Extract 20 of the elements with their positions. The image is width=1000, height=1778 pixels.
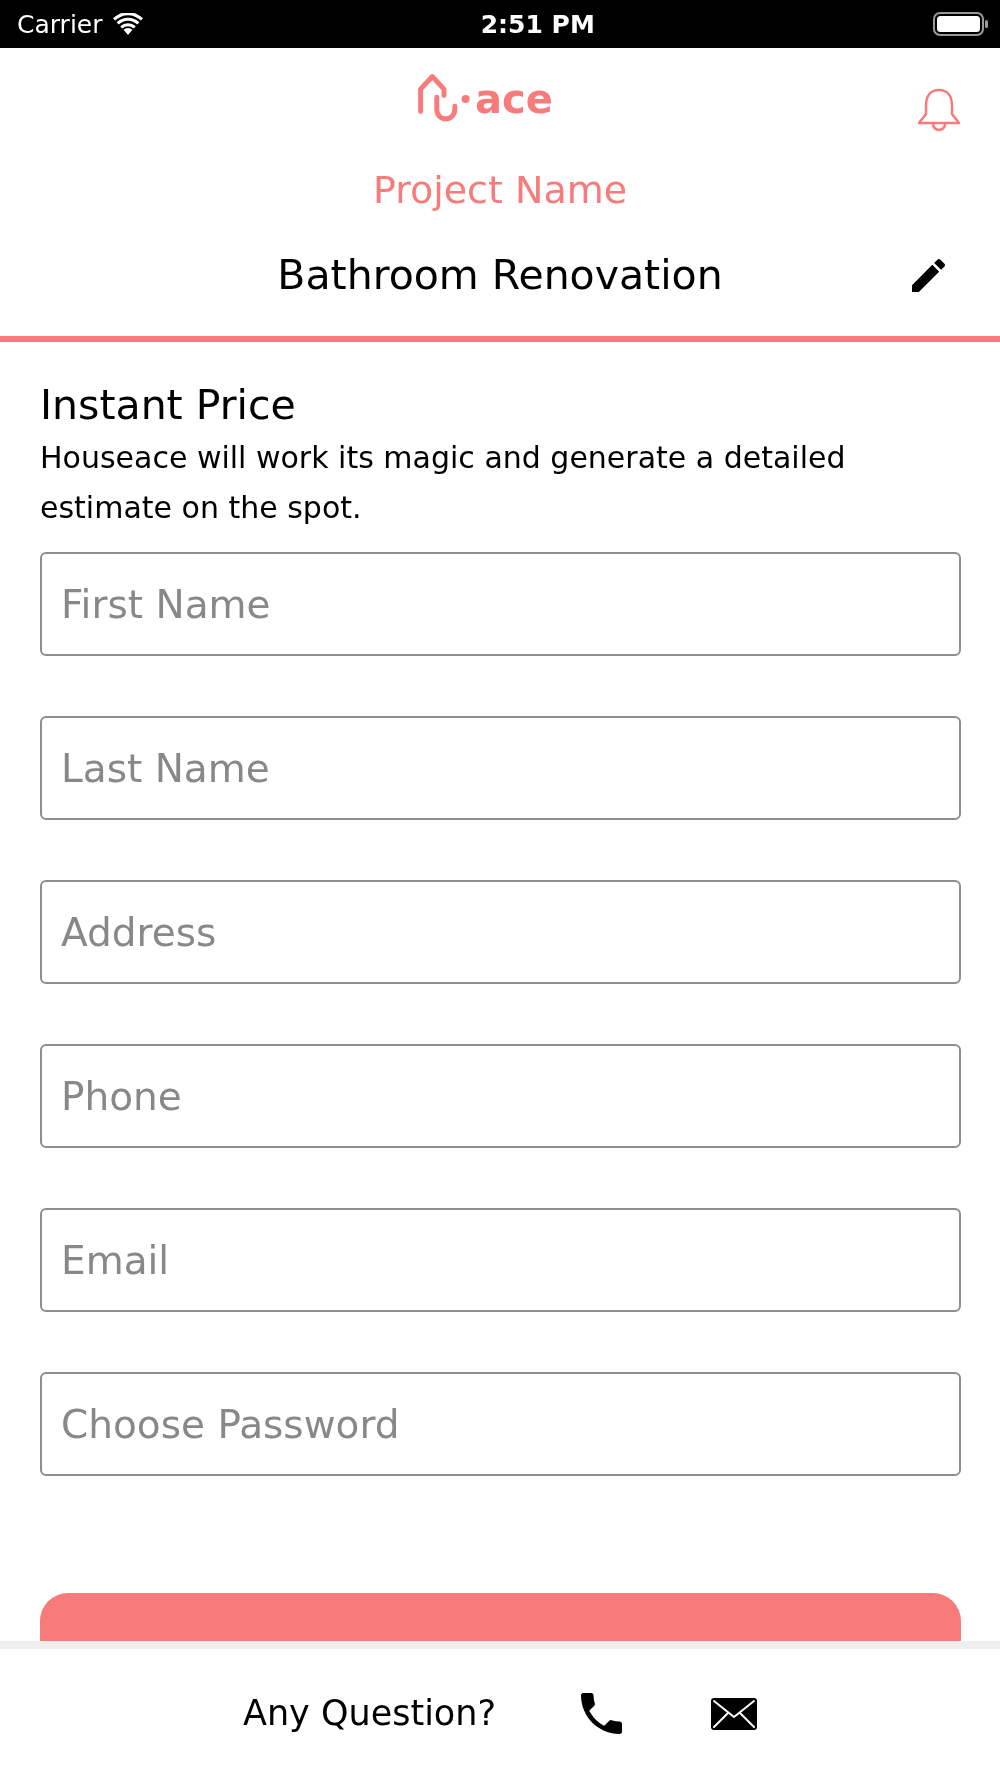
wifi-icon: [112, 13, 143, 35]
status-time: 2:51 PM: [480, 11, 595, 37]
project-name: Bathroom Renovation: [277, 250, 723, 300]
carrier-label: Carrier: [17, 11, 103, 37]
project-label: Project Name: [372, 167, 628, 214]
input-field[interactable]: Choose Password: [40, 1372, 961, 1476]
question-label: Any Question?: [242, 1696, 497, 1731]
input-field[interactable]: Phone: [40, 1044, 961, 1148]
edit-pencil-icon[interactable]: [912, 258, 945, 292]
notification-bell-icon[interactable]: [916, 88, 962, 132]
input-field[interactable]: Address: [40, 880, 961, 984]
battery-icon: [933, 12, 989, 36]
input-field[interactable]: Email: [40, 1208, 961, 1312]
section-title: Instant Price: [40, 381, 296, 429]
phone-icon[interactable]: [581, 1693, 623, 1734]
input-field[interactable]: First Name: [40, 552, 961, 656]
input-field[interactable]: Last Name: [40, 716, 961, 820]
logo-text: ace: [475, 79, 553, 119]
mail-icon[interactable]: [711, 1697, 758, 1730]
section-description: Houseace will work its magic and generate a detailed estimate on the spot.: [40, 439, 847, 527]
